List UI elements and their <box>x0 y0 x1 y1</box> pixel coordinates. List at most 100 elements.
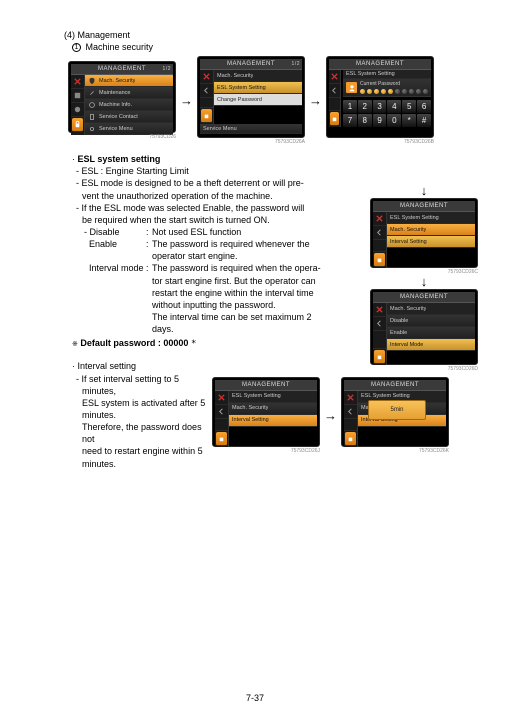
lock-icon[interactable] <box>72 118 83 132</box>
interval-popup[interactable]: 5min <box>368 400 426 420</box>
keypad-key[interactable]: 0 <box>387 114 401 127</box>
device-g: MANAGEMENT ESL System Setting Mach. Secu… <box>341 377 449 454</box>
info-icon <box>88 101 96 109</box>
lock-icon[interactable] <box>345 432 356 446</box>
image-code: 75793CD26K <box>341 448 449 454</box>
keypad-key[interactable]: 9 <box>373 114 387 127</box>
nav-icon[interactable] <box>71 89 84 103</box>
list-item[interactable]: ESL System Setting <box>214 82 302 94</box>
device-a: MANAGEMENT 1/2 Mach. Security Maintenance… <box>68 61 176 140</box>
list-item[interactable]: Interval Mode <box>387 339 475 351</box>
image-code: 75793CD26J <box>212 448 320 454</box>
image-code: 75793CD26B <box>326 139 434 145</box>
interval-section: · Interval setting - If set interval set… <box>64 360 480 469</box>
image-code: 75793CD26D <box>370 366 478 372</box>
device-b: MANAGEMENT 1/2 Mach. Security ESL System … <box>197 56 305 145</box>
keypad-key[interactable]: 5 <box>402 100 416 113</box>
arrow-right-icon: → <box>320 408 341 423</box>
x-icon[interactable] <box>71 75 84 89</box>
subsection-title: Machine security <box>86 42 154 52</box>
arrow-right-icon: → <box>305 93 326 108</box>
screen-title: MANAGEMENT <box>371 382 419 388</box>
screen-row-1: MANAGEMENT 1/2 Mach. Security Maintenance… <box>68 56 480 145</box>
list-item[interactable]: Mach. Security <box>85 75 173 87</box>
list-item[interactable]: Mach. Security <box>387 224 475 236</box>
lock-icon[interactable] <box>374 253 385 267</box>
breadcrumb: ESL System Setting <box>229 391 317 403</box>
footer-item[interactable]: Service Menu <box>200 124 302 134</box>
section-number: (4) <box>64 30 75 40</box>
screen-title: MANAGEMENT <box>400 294 448 300</box>
keypad-key[interactable]: 3 <box>373 100 387 113</box>
page-indicator: 1/2 <box>163 66 171 72</box>
list-item[interactable]: Maintenance <box>85 87 173 99</box>
back-icon[interactable] <box>200 84 213 98</box>
nav-icon[interactable] <box>71 103 84 117</box>
x-icon[interactable] <box>373 212 386 226</box>
password-dots <box>360 89 428 94</box>
phone-icon <box>88 113 96 121</box>
list-item[interactable]: Interval Setting <box>229 415 317 427</box>
gear-icon <box>88 125 96 133</box>
page-number: 7-37 <box>0 693 510 703</box>
password-header: Current Password <box>343 79 431 97</box>
arrow-right-icon: → <box>176 93 197 108</box>
esl-heading: · ESL system setting <box>64 153 344 165</box>
list-item[interactable]: Mach. Security <box>229 403 317 415</box>
keypad-key[interactable]: # <box>417 114 431 127</box>
esl-text-block: · ESL system setting - ESL : Engine Star… <box>64 153 344 350</box>
keypad-key[interactable]: 8 <box>358 114 372 127</box>
interval-heading: Interval setting <box>78 361 137 371</box>
screen-title: MANAGEMENT <box>242 382 290 388</box>
breadcrumb: ESL System Setting <box>387 212 475 224</box>
x-icon[interactable] <box>373 303 386 317</box>
device-e: MANAGEMENT Mach. Security Disable Enable… <box>370 289 478 372</box>
lock-icon[interactable] <box>201 109 212 123</box>
list-item[interactable]: Interval Setting <box>387 236 475 248</box>
device-d: MANAGEMENT ESL System Setting Mach. Secu… <box>370 198 478 275</box>
back-icon[interactable] <box>329 84 340 98</box>
list-item[interactable]: Change Password <box>214 94 302 106</box>
breadcrumb: Mach. Security <box>387 303 475 315</box>
x-icon[interactable] <box>344 391 357 405</box>
arrow-down-icon: ↓ <box>370 186 478 196</box>
section-heading: (4) Management <box>64 30 480 40</box>
keypad-key[interactable]: * <box>402 114 416 127</box>
page-indicator: 1/2 <box>292 61 300 67</box>
screen-title: MANAGEMENT <box>356 61 404 67</box>
list-item[interactable]: Enable <box>387 327 475 339</box>
image-code: 75793CD26A <box>197 139 305 145</box>
back-icon[interactable] <box>344 405 357 419</box>
image-code: 75793CD26 <box>68 134 176 140</box>
keypad-key[interactable]: 6 <box>417 100 431 113</box>
screen-title: MANAGEMENT <box>227 61 275 67</box>
list-item[interactable]: Service Contact <box>85 111 173 123</box>
subsection-heading: 1 Machine security <box>64 42 480 52</box>
screen-title: MANAGEMENT <box>98 66 146 72</box>
right-stack: ↓ MANAGEMENT ESL System Setting Mach. Se… <box>370 184 478 372</box>
lock-icon[interactable] <box>374 350 385 364</box>
keypad-key[interactable]: 1 <box>343 100 357 113</box>
x-icon[interactable] <box>329 70 340 84</box>
x-icon[interactable] <box>200 70 213 84</box>
breadcrumb: ESL System Setting <box>343 70 431 79</box>
back-icon[interactable] <box>373 317 386 331</box>
back-icon[interactable] <box>215 405 228 419</box>
default-password-note: ※ Default password : 00000 * <box>64 337 344 350</box>
screen-title: MANAGEMENT <box>400 203 448 209</box>
back-icon[interactable] <box>373 226 386 240</box>
arrow-down-icon: ↓ <box>370 277 478 287</box>
list-item[interactable]: Disable <box>387 315 475 327</box>
keypad-key[interactable]: 7 <box>343 114 357 127</box>
circled-number: 1 <box>72 43 81 52</box>
keypad-key[interactable]: 4 <box>387 100 401 113</box>
breadcrumb: Mach. Security <box>214 70 302 82</box>
lock-icon[interactable] <box>216 432 227 446</box>
keypad: 1 2 3 4 5 6 7 8 9 0 * # <box>343 100 431 127</box>
lock-icon[interactable] <box>330 112 339 126</box>
x-icon[interactable] <box>215 391 228 405</box>
list-item[interactable]: Machine Info. <box>85 99 173 111</box>
keypad-key[interactable]: 2 <box>358 100 372 113</box>
wrench-icon <box>88 89 96 97</box>
section-title: Management <box>78 30 131 40</box>
